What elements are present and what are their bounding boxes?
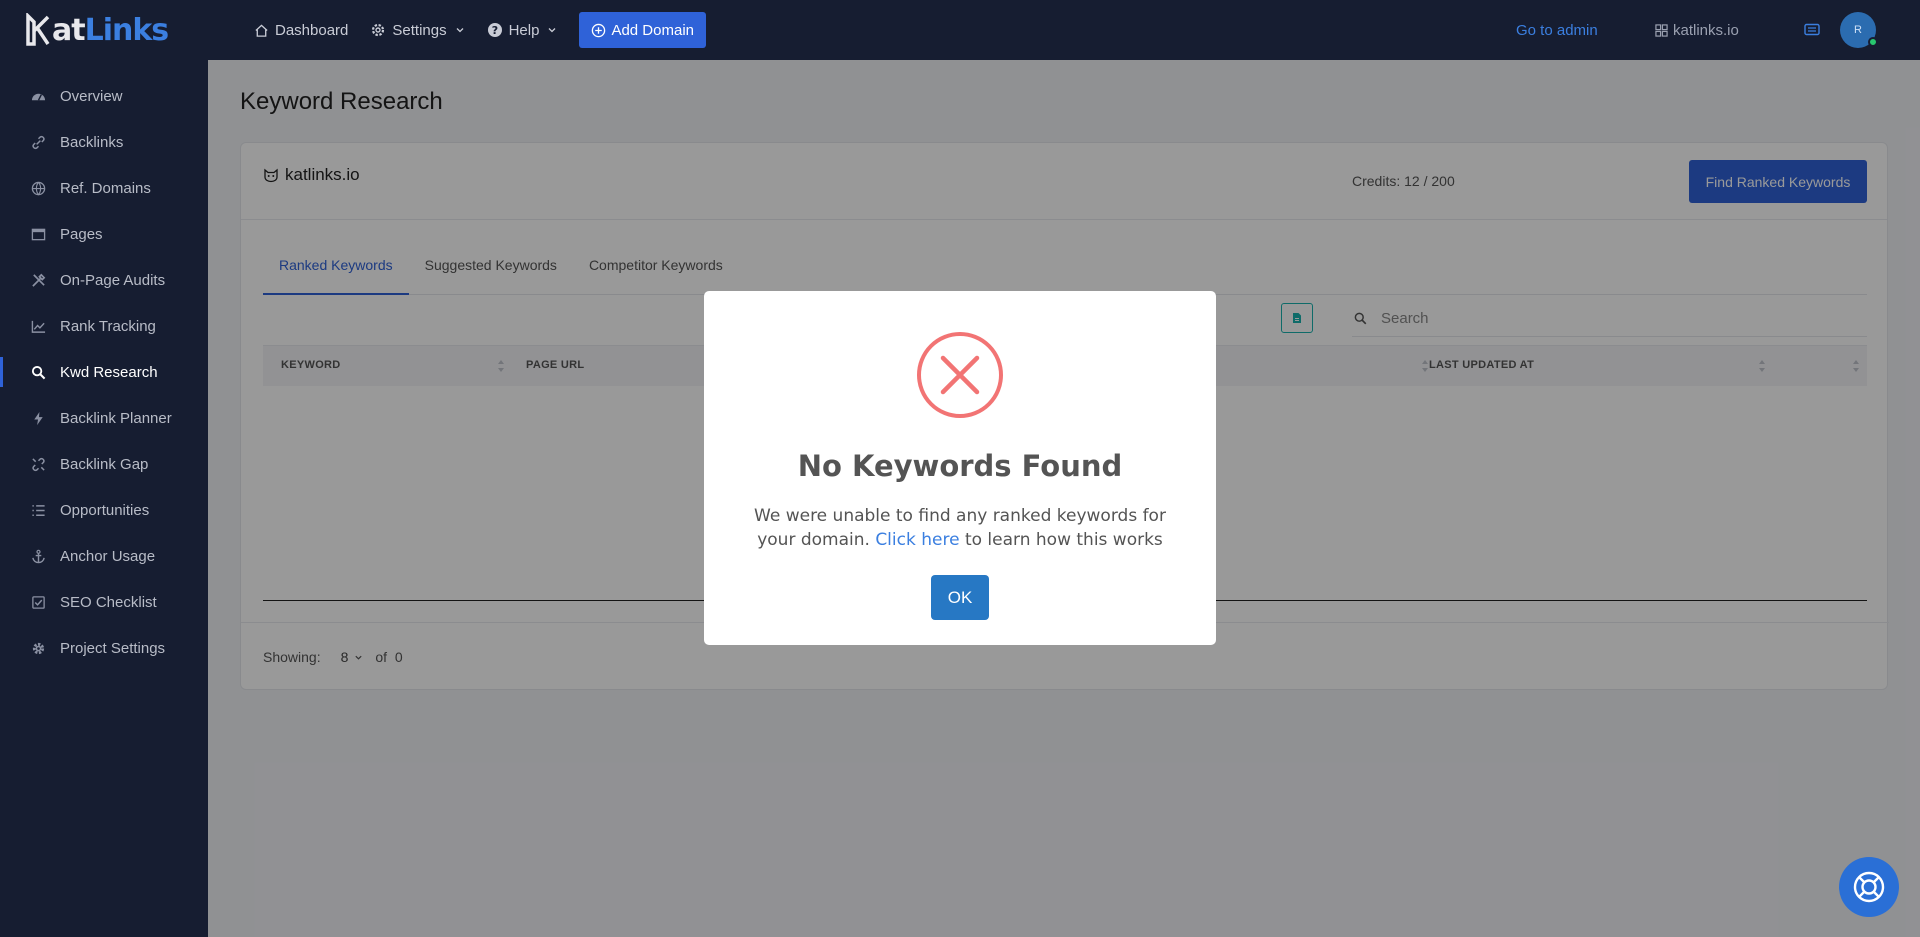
go-to-admin-link[interactable]: Go to admin [1516, 22, 1598, 39]
dialog-message-suffix: to learn how this works [964, 530, 1163, 550]
bolt-icon [30, 410, 46, 426]
nav-help-label: Help [508, 21, 540, 39]
sidebar-item-backlink-gap[interactable]: Backlink Gap [0, 441, 208, 487]
checkbox-icon [30, 594, 46, 610]
sidebar-item-backlink-planner[interactable]: Backlink Planner [0, 395, 208, 441]
sidebar-item-anchor-usage[interactable]: Anchor Usage [0, 533, 208, 579]
nav-settings-label: Settings [392, 21, 447, 39]
sidebar-item-opportunities[interactable]: Opportunities [0, 487, 208, 533]
gear-icon [372, 23, 385, 37]
sidebar-item-label: Backlink Planner [60, 409, 172, 427]
keyboard-icon[interactable] [1804, 23, 1820, 36]
logo-text-links: Links [84, 12, 170, 48]
chevron-down-icon [548, 28, 556, 33]
sidebar-item-on-page-audits[interactable]: On-Page Audits [0, 257, 208, 303]
add-domain-button[interactable]: Add Domain [579, 12, 706, 48]
sidebar-item-label: Opportunities [60, 501, 150, 519]
avatar-initial: R [1854, 24, 1862, 36]
sidebar-item-rank-tracking[interactable]: Rank Tracking [0, 303, 208, 349]
sidebar-item-overview[interactable]: Overview [0, 73, 208, 119]
dashboard-gauge-icon [30, 88, 46, 104]
line-chart-icon [30, 318, 46, 334]
ok-button[interactable]: OK [931, 575, 989, 620]
logo-text-at: at [52, 12, 86, 48]
learn-more-link[interactable]: Click here [875, 530, 959, 550]
sidebar-item-label: Rank Tracking [60, 317, 156, 335]
sidebar-item-label: On-Page Audits [60, 271, 166, 289]
nav-help-dropdown[interactable]: ? Help [487, 22, 558, 39]
sidebar: at Links Overview Backlinks Ref. Domains … [0, 0, 208, 937]
top-navbar: Dashboard Settings ? Help Add Domain Go … [208, 0, 1920, 60]
app-logo[interactable]: at Links [0, 0, 208, 60]
nav-dashboard-link[interactable]: Dashboard [254, 22, 348, 39]
sidebar-item-kwd-research[interactable]: Kwd Research [0, 349, 208, 395]
sidebar-item-ref-domains[interactable]: Ref. Domains [0, 165, 208, 211]
cat-logo-icon [26, 13, 50, 46]
support-chat-button[interactable] [1839, 857, 1899, 917]
error-x-circle-icon [917, 332, 1003, 418]
no-keywords-dialog: No Keywords Found We were unable to find… [704, 291, 1216, 645]
chevron-down-icon [456, 28, 464, 33]
search-icon [30, 364, 46, 380]
gear-icon [30, 640, 46, 656]
sidebar-item-label: Overview [60, 87, 123, 105]
sidebar-item-backlinks[interactable]: Backlinks [0, 119, 208, 165]
grid-icon [1655, 23, 1668, 37]
home-icon [255, 23, 268, 37]
plus-circle-icon [592, 23, 606, 37]
sidebar-item-seo-checklist[interactable]: SEO Checklist [0, 579, 208, 625]
nav-settings-dropdown[interactable]: Settings [370, 22, 464, 39]
dialog-title: No Keywords Found [797, 449, 1123, 483]
help-circle-icon: ? [487, 23, 502, 37]
svg-text:?: ? [491, 24, 497, 37]
sidebar-nav: Overview Backlinks Ref. Domains Pages On… [0, 73, 208, 671]
site-switcher-label: katlinks.io [1673, 21, 1739, 39]
anchor-icon [30, 548, 46, 564]
sidebar-item-label: Anchor Usage [60, 547, 156, 565]
broken-link-icon [30, 456, 46, 472]
list-icon [30, 502, 46, 518]
link-icon [30, 134, 46, 150]
sidebar-item-label: Kwd Research [60, 363, 158, 381]
globe-icon [30, 180, 46, 196]
sidebar-item-label: Backlinks [60, 133, 124, 151]
sidebar-item-label: Pages [60, 225, 103, 243]
dialog-message: We were unable to find any ranked keywor… [744, 504, 1176, 552]
sidebar-item-pages[interactable]: Pages [0, 211, 208, 257]
sidebar-item-project-settings[interactable]: Project Settings [0, 625, 208, 671]
online-status-dot [1868, 37, 1878, 47]
nav-dashboard-label: Dashboard [275, 21, 349, 39]
tools-icon [30, 272, 46, 288]
site-switcher[interactable]: katlinks.io [1655, 22, 1739, 39]
sidebar-item-label: Ref. Domains [60, 179, 151, 197]
sidebar-item-label: Backlink Gap [60, 455, 149, 473]
add-domain-label: Add Domain [611, 21, 694, 39]
browser-window-icon [30, 226, 46, 242]
sidebar-item-label: SEO Checklist [60, 593, 157, 611]
lifebuoy-icon [1853, 871, 1885, 903]
sidebar-item-label: Project Settings [60, 639, 166, 657]
